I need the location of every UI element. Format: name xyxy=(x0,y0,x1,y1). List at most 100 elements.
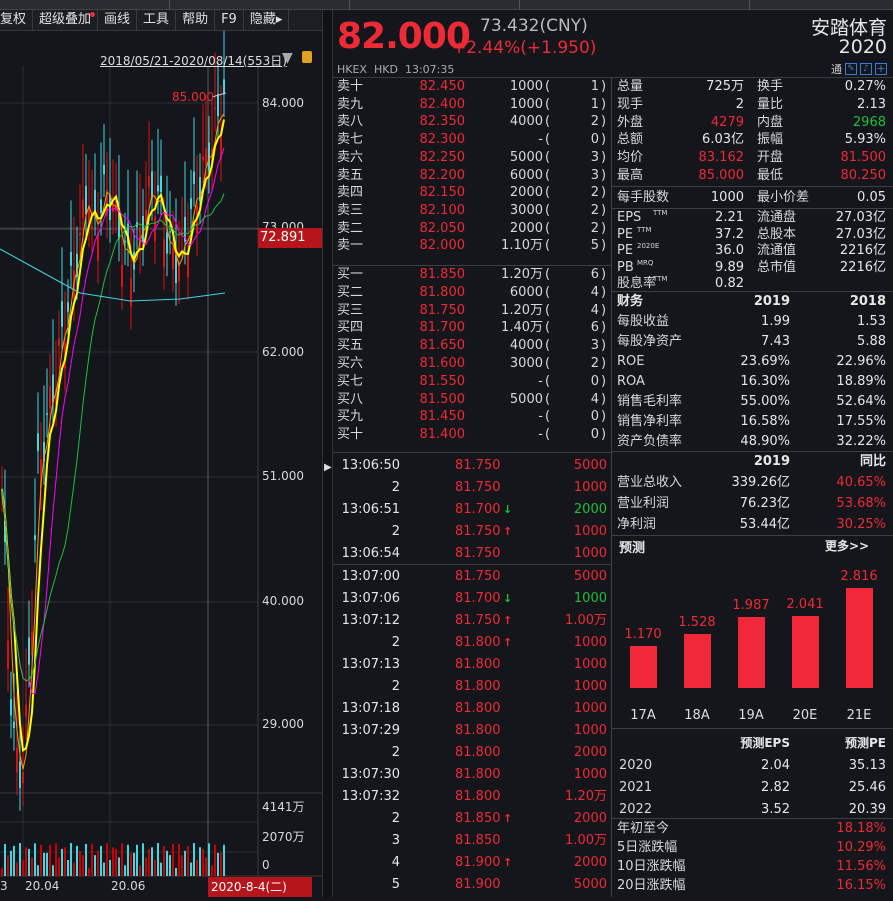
plus-icon[interactable]: + xyxy=(875,63,887,75)
order-book-row[interactable]: 买六 81.600 3000(2) xyxy=(333,355,612,373)
income-yoy: 40.65% xyxy=(836,475,886,490)
ma120-line xyxy=(0,248,226,302)
trade-time: 4 xyxy=(391,855,400,870)
trade-price: 81.800 xyxy=(455,723,501,738)
tab[interactable] xyxy=(0,0,170,10)
finance-value: 1.53 xyxy=(857,314,886,329)
stat-label: 现手 xyxy=(617,96,644,112)
order-book-row[interactable]: 卖三 82.100 3000(2) xyxy=(333,202,612,220)
valuation-value: 37.2 xyxy=(715,226,744,242)
toolbar-tools[interactable]: 工具 xyxy=(137,10,177,30)
order-book-row[interactable]: 买十 81.400 -(0) xyxy=(333,426,612,444)
stat-value: 2 xyxy=(735,96,744,112)
paren-close: ) xyxy=(601,238,607,254)
trade-row: 13:07:00 81.750 5000 xyxy=(333,566,612,588)
tab[interactable] xyxy=(350,0,520,10)
order-book-row[interactable]: 卖二 82.050 2000(2) xyxy=(333,220,612,238)
trade-volume: 1000 xyxy=(573,635,607,650)
finance-header: 财务 2019 2018 xyxy=(612,292,893,312)
order-book-row[interactable]: 卖五 82.200 6000(3) xyxy=(333,167,612,185)
order-book-row[interactable]: 买二 81.800 6000(4) xyxy=(333,284,612,302)
stat-value: 81.500 xyxy=(840,150,887,166)
volume-bar xyxy=(61,848,63,876)
order-book-row[interactable]: 买三 81.750 1.20万(4) xyxy=(333,302,612,320)
edit-icon[interactable]: ✎ xyxy=(845,63,857,75)
level-price: 81.400 xyxy=(419,427,466,443)
trade-ticks[interactable]: 13:06:50 81.750 5000 2 81.750 1000 13:06:51 81.… xyxy=(333,455,612,897)
order-book-row[interactable]: 卖六 82.250 5000(3) xyxy=(333,149,612,167)
trade-price: 81.800 xyxy=(455,679,501,694)
volume-tick: 2070万 xyxy=(262,830,305,844)
order-book-row[interactable]: 买八 81.500 5000(4) xyxy=(333,391,612,409)
volume-bar xyxy=(43,852,45,876)
tab[interactable] xyxy=(170,0,350,10)
order-book-row[interactable]: 卖九 82.400 1000(1) xyxy=(333,96,612,114)
paren-open: ( xyxy=(545,391,551,407)
level-volume: 1000 xyxy=(509,79,543,94)
trade-price: 81.800 xyxy=(455,657,501,672)
stat-label: 最低 xyxy=(757,168,784,183)
trade-volume: 2000 xyxy=(573,811,607,826)
paren-open: ( xyxy=(545,202,551,218)
toolbar-super-overlay[interactable]: 超级叠加 xyxy=(33,10,99,30)
paren-close: ) xyxy=(601,114,607,130)
bell-icon[interactable]: ♪ xyxy=(860,63,872,75)
order-book-row[interactable]: 卖八 82.350 4000(2) xyxy=(333,113,612,131)
performance-row: 5日涨跌幅 10.29% xyxy=(612,838,893,857)
expand-arrow-icon[interactable]: ▶ xyxy=(324,462,332,473)
toolbar-f9[interactable]: F9 xyxy=(215,10,244,30)
volume-bar xyxy=(127,844,129,876)
dropdown-triangle-icon[interactable]: ▼ xyxy=(282,50,293,66)
trade-time: 13:07:06 xyxy=(341,591,400,606)
income-yoy: 53.68% xyxy=(836,496,886,511)
order-book-row[interactable]: 卖七 82.300 -(0) xyxy=(333,131,612,149)
connect-icon[interactable]: 通 xyxy=(831,61,842,77)
trade-time: 13:07:00 xyxy=(341,569,400,584)
paren-close: ) xyxy=(601,79,607,94)
toolbar-help[interactable]: 帮助 xyxy=(176,10,216,30)
level-price: 82.100 xyxy=(419,202,466,218)
finance-value: 18.89% xyxy=(836,374,886,389)
trade-time: 2 xyxy=(391,811,400,826)
panel-collapse-bar[interactable]: ▶ xyxy=(322,10,333,897)
more-link[interactable]: 更多>> xyxy=(825,537,869,554)
candle-body xyxy=(214,107,216,110)
lock-icon[interactable] xyxy=(302,51,312,63)
income-value: 76.23亿 xyxy=(739,496,790,511)
toolbar-draw[interactable]: 画线 xyxy=(98,10,138,30)
candle-body xyxy=(175,254,177,284)
volume-bar xyxy=(55,843,57,876)
volume-bar xyxy=(25,847,27,876)
order-book-row[interactable]: 买四 81.700 1.40万(6) xyxy=(333,319,612,337)
level-price: 81.850 xyxy=(419,267,466,282)
trade-time: 13:07:18 xyxy=(341,701,400,716)
toolbar-fuquan[interactable]: 复权 xyxy=(0,10,34,30)
volume-bar xyxy=(4,843,6,876)
order-book-row[interactable]: 卖十 82.450 1000(1) xyxy=(333,78,612,96)
stock-info-panel: 总量 725万 换手 0.27% 现手 2 量比 2.13 外盘 4279 内盘 2968 总额 6.03… xyxy=(612,78,893,897)
order-book-row[interactable]: 买九 81.450 -(0) xyxy=(333,408,612,426)
trade-price: 81.800 xyxy=(455,767,501,782)
trade-time: 13:06:50 xyxy=(341,458,400,473)
kline-canvas[interactable] xyxy=(0,23,322,897)
trade-volume: 2000 xyxy=(573,745,607,760)
volume-bar xyxy=(166,850,168,876)
volume-bar xyxy=(202,848,204,876)
trade-volume: 1000 xyxy=(573,679,607,694)
order-book-row[interactable]: 卖四 82.150 2000(2) xyxy=(333,184,612,202)
date-range-label[interactable]: 2018/05/21-2020/08/14(553日) xyxy=(100,52,287,69)
order-book-row[interactable]: 买一 81.850 1.20万(6) xyxy=(333,266,612,284)
tab[interactable] xyxy=(520,0,750,10)
trade-row: 2 81.750 ↑ 1000 xyxy=(333,521,612,543)
toolbar-hide[interactable]: 隐藏▸ xyxy=(244,10,290,30)
trade-price: 81.750 xyxy=(455,458,501,473)
order-book-row[interactable]: 买七 81.550 -(0) xyxy=(333,373,612,391)
col-pe: 预测PE xyxy=(845,736,886,750)
kline-chart[interactable]: 2018/05/21-2020/08/14(553日) ▼ 85.000 84.… xyxy=(0,23,322,897)
paren-close: ) xyxy=(601,202,607,218)
order-book-row[interactable]: 买五 81.650 4000(3) xyxy=(333,337,612,355)
order-book-row[interactable]: 卖一 82.000 1.10万(5) xyxy=(333,237,612,255)
divider xyxy=(612,728,893,729)
income-row: 营业利润 76.23亿 53.68% xyxy=(612,493,893,514)
volume-bar xyxy=(205,857,207,876)
